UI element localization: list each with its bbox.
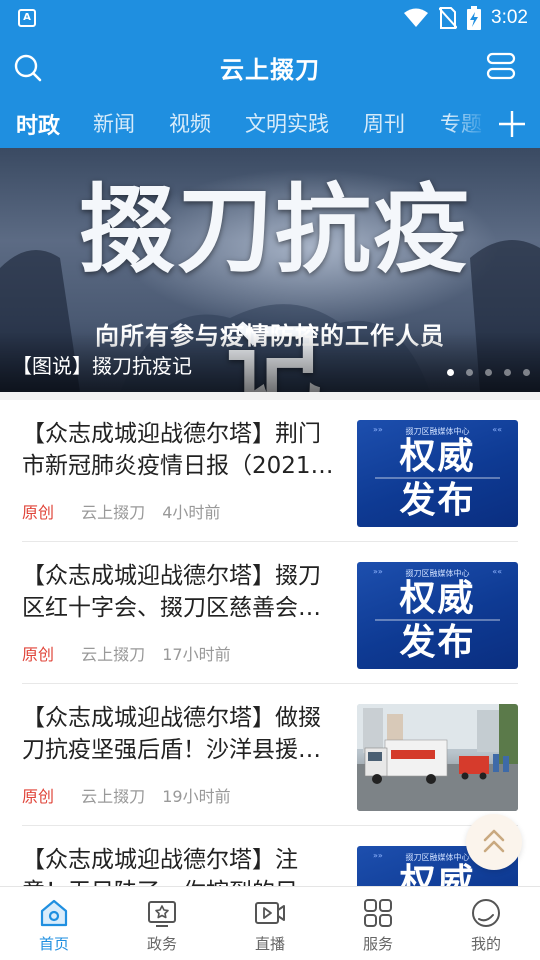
news-title[interactable]: 【众志成城迎战德尔塔】掇刀区红十字会、掇刀区慈善会… — [22, 560, 340, 624]
nav-government[interactable]: 政务 — [108, 887, 216, 960]
section-divider — [0, 392, 540, 400]
header: A 3:02 云上掇刀 时政 新闻 视频 文明实践 周刊 — [0, 0, 540, 148]
news-time: 17小时前 — [162, 645, 231, 664]
app-title: 云上掇刀 — [220, 56, 320, 84]
no-sim-icon — [439, 7, 458, 29]
news-source: 云上掇刀 — [81, 787, 146, 806]
original-tag: 原创 — [22, 787, 55, 806]
tab-news[interactable]: 新闻 — [93, 108, 135, 138]
carousel-dot[interactable] — [523, 369, 530, 376]
nav-label: 我的 — [470, 935, 501, 953]
thumb-line2: 发布 — [399, 622, 476, 663]
news-photo-thumbnail[interactable] — [357, 704, 518, 811]
news-item[interactable]: 【众志成城迎战德尔塔】做掇刀抗疫坚强后盾！沙洋县援… 原创 云上掇刀 19小时前 — [22, 684, 518, 826]
truck-photo — [357, 704, 518, 811]
menu-icon[interactable] — [486, 52, 516, 80]
carousel-indicator — [447, 369, 530, 376]
news-item[interactable]: 【众志成城迎战德尔塔】掇刀区红十字会、掇刀区慈善会… 原创 云上掇刀 17小时前… — [22, 542, 518, 684]
nav-home[interactable]: 首页 — [0, 887, 108, 960]
nav-services[interactable]: 服务 — [324, 887, 432, 960]
news-meta: 原创 云上掇刀 19小时前 — [22, 783, 231, 807]
profile-icon — [472, 899, 500, 927]
top-bar: 云上掇刀 — [0, 36, 540, 98]
banner-carousel[interactable]: 掇刀抗疫记 向所有参与疫情防控的工作人员 【图说】掇刀抗疫记 — [0, 148, 540, 392]
carousel-dot[interactable] — [504, 369, 511, 376]
carousel-dot[interactable] — [447, 369, 454, 376]
thumb-line1: 权威 — [399, 578, 476, 619]
news-item[interactable]: 【众志成城迎战德尔塔】荆门市新冠肺炎疫情日报（2021… 原创 云上掇刀 4小时… — [22, 400, 518, 542]
home-icon — [40, 899, 68, 927]
government-icon — [148, 901, 176, 927]
news-meta: 原创 云上掇刀 17小时前 — [22, 641, 231, 665]
thumb-arrows: «« — [492, 425, 502, 434]
thumb-divider — [375, 477, 500, 479]
tab-civilization-practice[interactable]: 文明实践 — [245, 108, 329, 138]
channel-tabs: 时政 新闻 视频 文明实践 周刊 专题 — [0, 98, 540, 148]
clock: 3:02 — [491, 7, 528, 28]
nav-live[interactable]: 直播 — [216, 887, 324, 960]
original-tag: 原创 — [22, 503, 55, 522]
app-screen: A 3:02 云上掇刀 时政 新闻 视频 文明实践 周刊 掇刀抗疫 【图说】掇刀… — [0, 0, 540, 960]
original-tag: 原创 — [22, 645, 55, 664]
nav-mine[interactable]: 我的 — [432, 887, 540, 960]
thumb-line1: 权威 — [399, 436, 476, 477]
bottom-navigation: 首页 政务 直播 服务 我的 — [0, 886, 540, 960]
status-bar: A 3:02 — [0, 0, 540, 36]
live-video-icon — [255, 902, 285, 924]
nav-label: 服务 — [362, 935, 393, 953]
services-grid-icon — [364, 899, 392, 927]
news-meta: 原创 云上掇刀 4小时前 — [22, 499, 220, 523]
news-title[interactable]: 【众志成城迎战德尔塔】荆门市新冠肺炎疫情日报（2021… — [22, 418, 340, 482]
nav-label: 直播 — [254, 935, 285, 953]
battery-charging-icon — [467, 6, 482, 30]
news-thumbnail[interactable]: »» 掇刀区融媒体中心 «« 权威 发布 — [357, 420, 518, 527]
add-channel-icon[interactable] — [494, 106, 530, 142]
news-title[interactable]: 【众志成城迎战德尔塔】做掇刀抗疫坚强后盾！沙洋县援… — [22, 702, 340, 766]
nav-label: 首页 — [38, 935, 69, 953]
tab-video[interactable]: 视频 — [169, 108, 211, 138]
wifi-icon — [404, 8, 429, 27]
notification-app-icon: A — [18, 9, 36, 27]
banner-caption: 【图说】掇刀抗疫记 — [12, 354, 192, 378]
tab-fade — [448, 98, 488, 148]
news-source: 云上掇刀 — [81, 503, 146, 522]
thumb-divider — [375, 619, 500, 621]
thumb-arrows: «« — [492, 567, 502, 576]
thumb-line2: 发布 — [399, 480, 476, 521]
news-time: 19小时前 — [162, 787, 231, 806]
news-source: 云上掇刀 — [81, 645, 146, 664]
news-thumbnail[interactable]: »» 掇刀区融媒体中心 «« 权威 发布 — [357, 562, 518, 669]
tab-politics[interactable]: 时政 — [16, 108, 60, 140]
status-icons: 3:02 — [403, 5, 528, 31]
nav-label: 政务 — [146, 935, 177, 953]
chevron-up-icon — [483, 829, 505, 853]
scroll-to-top-button[interactable] — [466, 814, 522, 870]
tab-weekly[interactable]: 周刊 — [363, 108, 405, 138]
carousel-dot[interactable] — [466, 369, 473, 376]
news-time: 4小时前 — [162, 503, 221, 522]
carousel-dot[interactable] — [485, 369, 492, 376]
